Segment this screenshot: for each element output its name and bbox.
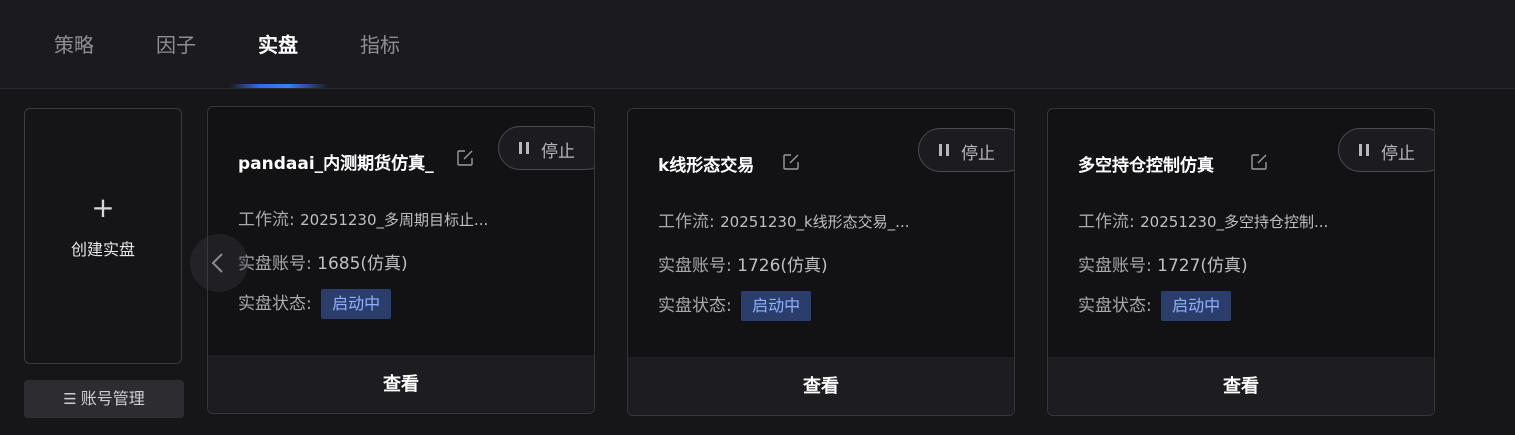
status-row: 实盘状态: 启动中 xyxy=(1078,291,1232,321)
live-card-2: k线形态交易 停止 工作流: 20251230_k线形态交易_... 实盘账号:… xyxy=(627,108,1015,416)
workflow-value: 20251230_多周期目标止... xyxy=(300,211,489,229)
stop-button[interactable]: 停止 xyxy=(498,126,594,170)
workflow-label: 工作流: xyxy=(658,212,715,232)
workflow-row: 工作流: 20251230_多周期目标止... xyxy=(238,205,488,230)
active-tab-underline xyxy=(230,84,328,88)
chevron-left-icon xyxy=(211,253,223,273)
edit-icon[interactable] xyxy=(456,149,474,167)
card-title: k线形态交易 xyxy=(658,156,755,176)
pause-icon xyxy=(1359,144,1369,156)
account-value: 1726(仿真) xyxy=(737,256,828,276)
status-row: 实盘状态: 启动中 xyxy=(658,291,812,321)
card-title: pandaai_内测期货仿真_ xyxy=(238,154,434,174)
stop-button[interactable]: 停止 xyxy=(918,128,1014,172)
tab-live-trading[interactable]: 实盘 xyxy=(258,32,298,58)
stop-label: 停止 xyxy=(1381,144,1415,164)
account-value: 1727(仿真) xyxy=(1157,256,1248,276)
workflow-value: 20251230_多空持仓控制... xyxy=(1140,213,1329,231)
workflow-value: 20251230_k线形态交易_... xyxy=(720,213,910,231)
account-label: 实盘账号: xyxy=(238,254,312,274)
account-label: 实盘账号: xyxy=(1078,256,1152,276)
create-live-label: 创建实盘 xyxy=(70,240,135,259)
stop-label: 停止 xyxy=(541,142,575,162)
plus-icon: + xyxy=(91,191,115,224)
card-title: 多空持仓控制仿真 xyxy=(1078,156,1214,176)
view-button[interactable]: 查看 xyxy=(208,355,594,413)
top-tab-bar: 策略 因子 实盘 指标 xyxy=(0,0,1515,89)
view-button[interactable]: 查看 xyxy=(628,357,1014,415)
workflow-label: 工作流: xyxy=(238,210,295,230)
workflow-label: 工作流: xyxy=(1078,212,1135,232)
status-badge: 启动中 xyxy=(321,289,392,319)
stop-button[interactable]: 停止 xyxy=(1338,128,1434,172)
tab-strategy[interactable]: 策略 xyxy=(54,32,94,58)
tab-indicator[interactable]: 指标 xyxy=(360,32,400,58)
account-row: 实盘账号: 1685(仿真) xyxy=(238,249,408,274)
status-badge: 启动中 xyxy=(741,291,812,321)
account-label: 实盘账号: xyxy=(658,256,732,276)
view-button[interactable]: 查看 xyxy=(1048,357,1434,415)
account-management-label: 账号管理 xyxy=(80,389,145,408)
stop-label: 停止 xyxy=(961,144,995,164)
account-value: 1685(仿真) xyxy=(317,254,408,274)
status-label: 实盘状态: xyxy=(238,294,312,314)
edit-icon[interactable] xyxy=(1250,153,1268,171)
edit-icon[interactable] xyxy=(782,153,800,171)
list-icon: ☰ xyxy=(63,390,77,408)
status-badge: 启动中 xyxy=(1161,291,1232,321)
workflow-row: 工作流: 20251230_k线形态交易_... xyxy=(658,207,909,232)
pause-icon xyxy=(939,144,949,156)
account-row: 实盘账号: 1726(仿真) xyxy=(658,251,828,276)
status-label: 实盘状态: xyxy=(1078,296,1152,316)
live-card-3: 多空持仓控制仿真 停止 工作流: 20251230_多空持仓控制... 实盘账号… xyxy=(1047,108,1435,416)
account-management-button[interactable]: ☰ 账号管理 xyxy=(24,380,184,418)
status-label: 实盘状态: xyxy=(658,296,732,316)
live-card-1: pandaai_内测期货仿真_ 停止 工作流: 20251230_多周期目标止.… xyxy=(207,106,595,414)
pause-icon xyxy=(519,142,529,154)
carousel-prev-button[interactable] xyxy=(190,234,248,292)
tab-factor[interactable]: 因子 xyxy=(156,32,196,58)
status-row: 实盘状态: 启动中 xyxy=(238,289,392,319)
account-row: 实盘账号: 1727(仿真) xyxy=(1078,251,1248,276)
workflow-row: 工作流: 20251230_多空持仓控制... xyxy=(1078,207,1328,232)
